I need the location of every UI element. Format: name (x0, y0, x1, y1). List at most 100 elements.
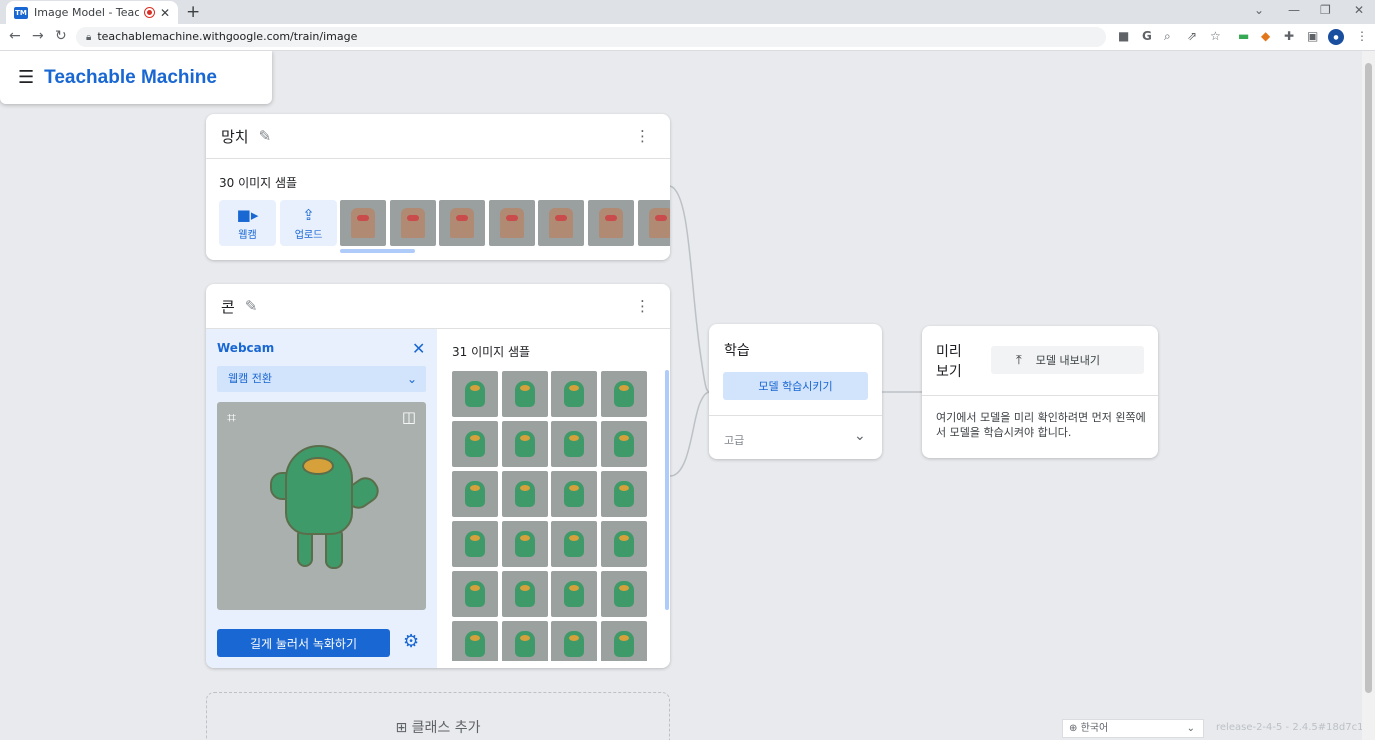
sample-thumbnail[interactable] (452, 471, 498, 517)
bookmark-star-icon[interactable]: ☆ (1210, 29, 1221, 43)
export-label: 모델 내보내기 (1035, 354, 1100, 367)
sample-thumbnail[interactable] (439, 200, 485, 246)
language-select[interactable]: ⊕ 한국어 ⌄ (1062, 719, 1204, 738)
sample-thumbnails[interactable] (340, 200, 670, 246)
sample-thumbnail[interactable] (501, 621, 548, 661)
add-box-icon: ⊞ (395, 720, 408, 736)
upload-icon: ⤒ (1016, 352, 1022, 368)
video-camera-icon: ■▸ (236, 205, 259, 224)
sample-thumbnail[interactable] (600, 471, 647, 517)
sidepanel-icon[interactable]: ▣ (1307, 29, 1318, 43)
close-window-button[interactable]: ✕ (1354, 3, 1364, 17)
sample-thumbnail[interactable] (452, 571, 498, 617)
sample-thumbnail[interactable] (551, 521, 597, 567)
more-options-icon[interactable]: ⋮ (635, 297, 650, 315)
restore-button[interactable]: ❐ (1320, 3, 1331, 17)
forward-icon[interactable]: → (32, 28, 44, 44)
sample-thumbnail[interactable] (501, 421, 548, 467)
sample-thumbnail[interactable] (452, 521, 498, 567)
webcam-button[interactable]: ■▸ 웹캠 (219, 200, 276, 246)
camera-icon[interactable]: ■ (1118, 29, 1129, 43)
webcam-feed: ⌗ ◫ (217, 402, 426, 610)
sample-thumbnail[interactable] (551, 471, 597, 517)
hold-to-record-button[interactable]: 길게 눌러서 녹화하기 (217, 629, 390, 657)
samples-scrollbar[interactable] (665, 370, 669, 610)
sample-thumbnail[interactable] (489, 200, 535, 246)
advanced-toggle[interactable]: 고급 (724, 432, 744, 448)
training-card: 학습 모델 학습시키기 고급 ⌄ (709, 324, 882, 459)
sample-thumbnail[interactable] (551, 421, 597, 467)
page-scrollbar[interactable] (1362, 51, 1375, 740)
train-model-button[interactable]: 모델 학습시키기 (723, 372, 868, 400)
chevron-down-icon[interactable]: ⌄ (854, 428, 866, 444)
more-options-icon[interactable]: ⋮ (635, 127, 650, 145)
sample-thumbnail[interactable] (551, 371, 597, 417)
share-icon[interactable]: ⇗ (1187, 29, 1197, 43)
sample-thumbnail[interactable] (600, 571, 647, 617)
export-model-button[interactable]: ⤒ 모델 내보내기 (991, 346, 1144, 374)
add-class-button[interactable]: ⊞ 클래스 추가 (206, 692, 670, 740)
divider (922, 395, 1158, 396)
sample-thumbnail[interactable] (600, 521, 647, 567)
training-title: 학습 (724, 343, 750, 359)
sample-grid[interactable] (452, 371, 652, 661)
google-icon[interactable]: G (1142, 29, 1152, 43)
sample-thumbnail[interactable] (452, 421, 498, 467)
extensions-puzzle-icon[interactable]: ✚ (1284, 29, 1294, 43)
profile-avatar[interactable]: ● (1328, 29, 1344, 45)
favicon: TM (14, 6, 28, 19)
sample-thumbnail[interactable] (551, 571, 597, 617)
sample-thumbnail[interactable] (638, 200, 670, 246)
metamask-icon[interactable]: ◆ (1261, 29, 1270, 43)
sample-thumbnail[interactable] (600, 621, 647, 661)
globe-icon: ⊕ (1069, 723, 1078, 734)
tab-close-icon[interactable]: ✕ (160, 6, 170, 20)
extension-mail-icon[interactable]: ▬ (1238, 29, 1249, 43)
upload-button[interactable]: ⇪ 업로드 (280, 200, 337, 246)
sample-thumbnail[interactable] (452, 621, 498, 661)
sample-thumbnail[interactable] (501, 471, 548, 517)
preview-card: 미리 보기 ⤒ 모델 내보내기 여기에서 모델을 미리 확인하려면 먼저 왼쪽에… (922, 326, 1158, 458)
class-card-1: 망치 ✎ ⋮ 30 이미지 샘플 ■▸ 웹캠 ⇪ 업로드 (206, 114, 670, 260)
gear-icon[interactable]: ⚙ (403, 631, 419, 652)
edit-pencil-icon[interactable]: ✎ (259, 127, 272, 145)
back-icon[interactable]: ← (9, 28, 21, 44)
class-name[interactable]: 망치 (221, 126, 249, 147)
sample-thumbnail[interactable] (501, 371, 548, 417)
sample-thumbnail[interactable] (600, 421, 647, 467)
minimize-button[interactable]: — (1288, 3, 1300, 17)
thumbnail-scrollbar[interactable] (340, 249, 415, 253)
sample-thumbnail[interactable] (588, 200, 634, 246)
class-name[interactable]: 콘 (221, 296, 235, 317)
address-bar-row: ← → ↻ 🔒︎ teachablemachine.withgoogle.com/… (0, 24, 1375, 51)
chrome-menu-icon[interactable]: ⋮ (1356, 29, 1368, 43)
sample-thumbnail[interactable] (340, 200, 386, 246)
reload-icon[interactable]: ↻ (55, 28, 67, 44)
close-icon[interactable]: ✕ (412, 339, 425, 358)
sample-thumbnail[interactable] (600, 371, 647, 417)
url-field[interactable]: 🔒︎ teachablemachine.withgoogle.com/train/… (76, 27, 1106, 47)
menu-icon[interactable]: ☰ (18, 67, 34, 88)
app-header: ☰ Teachable Machine (0, 51, 272, 104)
new-tab-button[interactable]: + (186, 2, 200, 22)
scrollbar-thumb[interactable] (1365, 63, 1372, 693)
tab-title: Image Model - Teachable M (34, 6, 139, 19)
tab-search-icon[interactable]: ⌄ (1254, 3, 1264, 17)
sample-thumbnail[interactable] (501, 571, 548, 617)
webcam-switch-select[interactable]: 웹캠 전환 ⌄ (217, 366, 426, 392)
sample-thumbnail[interactable] (452, 371, 498, 417)
sample-thumbnail[interactable] (551, 621, 597, 661)
zoom-icon[interactable]: ⌕ (1164, 29, 1171, 44)
class-card-2: 콘 ✎ ⋮ Webcam ✕ 웹캠 전환 ⌄ ⌗ ◫ 길게 눌러서 녹화하기 ⚙ (206, 284, 670, 668)
crop-icon[interactable]: ⌗ (227, 408, 236, 428)
brand-title[interactable]: Teachable Machine (44, 67, 217, 89)
flip-icon[interactable]: ◫ (402, 408, 416, 426)
sample-thumbnail[interactable] (501, 521, 548, 567)
preview-title: 미리 보기 (936, 344, 962, 380)
webcam-panel: Webcam ✕ 웹캠 전환 ⌄ ⌗ ◫ 길게 눌러서 녹화하기 ⚙ (206, 329, 437, 668)
sample-thumbnail[interactable] (390, 200, 436, 246)
chevron-down-icon: ⌄ (406, 372, 417, 386)
sample-thumbnail[interactable] (538, 200, 584, 246)
browser-tab[interactable]: TM Image Model - Teachable M ✕ (6, 1, 178, 24)
edit-pencil-icon[interactable]: ✎ (245, 297, 258, 315)
